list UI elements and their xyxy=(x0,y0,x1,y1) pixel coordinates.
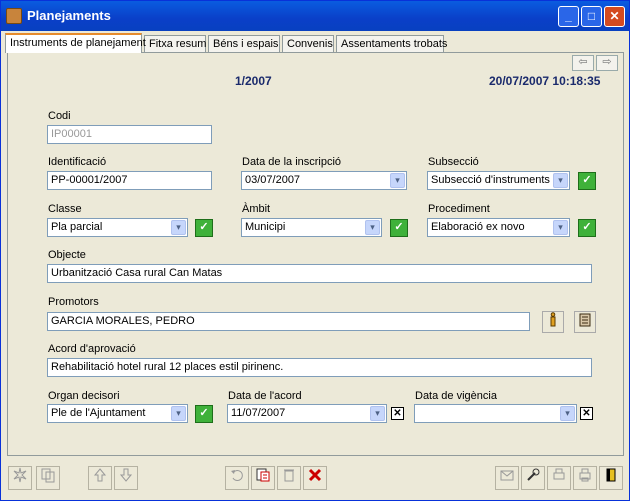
data-vigencia-label: Data de vigència xyxy=(415,390,497,402)
maximize-button[interactable]: □ xyxy=(581,6,602,27)
subseccio-lookup-button[interactable]: ✓ xyxy=(578,172,596,190)
copy-record-icon[interactable] xyxy=(36,466,60,490)
print-preview-icon[interactable] xyxy=(547,466,571,490)
window-title: Planejaments xyxy=(27,8,111,23)
exit-door-icon[interactable] xyxy=(599,466,623,490)
acord-label: Acord d'aprovació xyxy=(48,343,136,355)
classe-value: Pla parcial xyxy=(51,221,103,233)
codi-field: IP00001 xyxy=(47,125,212,144)
promotors-field[interactable]: GARCIA MORALES, PEDRO xyxy=(47,312,530,331)
identificacio-field[interactable]: PP-00001/2007 xyxy=(47,171,212,190)
chevron-down-icon[interactable]: ▾ xyxy=(171,406,186,421)
app-icon xyxy=(6,8,22,24)
undo-icon[interactable] xyxy=(225,466,249,490)
procediment-lookup-button[interactable]: ✓ xyxy=(578,219,596,237)
chevron-down-icon[interactable]: ▾ xyxy=(553,173,568,188)
organ-label: Organ decisori xyxy=(48,390,120,402)
classe-label: Classe xyxy=(48,203,82,215)
classe-select[interactable]: Pla parcial ▾ xyxy=(47,218,188,237)
move-down-icon[interactable] xyxy=(114,466,138,490)
promotor-list-icon[interactable] xyxy=(574,311,596,333)
tab-convenis[interactable]: Convenis xyxy=(282,35,334,52)
identificacio-label: Identificació xyxy=(48,156,107,168)
ambit-label: Àmbit xyxy=(242,203,271,215)
ambit-lookup-button[interactable]: ✓ xyxy=(390,219,408,237)
data-acord-clear-button[interactable]: ✕ xyxy=(391,407,404,420)
save-icon[interactable] xyxy=(251,466,275,490)
procediment-value: Elaboració ex novo xyxy=(431,221,525,233)
record-number: 1/2007 xyxy=(235,74,272,88)
procediment-label: Procediment xyxy=(428,203,490,215)
data-acord-picker[interactable]: 11/07/2007 ▾ xyxy=(227,404,387,423)
new-record-icon[interactable] xyxy=(8,466,32,490)
tab-fitxa-resum[interactable]: Fitxa resum xyxy=(144,35,206,52)
data-acord-value: 11/07/2007 xyxy=(231,407,286,419)
move-up-icon[interactable] xyxy=(88,466,112,490)
minimize-button[interactable]: _ xyxy=(558,6,579,27)
data-inscripcio-picker[interactable]: 03/07/2007 ▾ xyxy=(241,171,407,190)
mail-icon[interactable] xyxy=(495,466,519,490)
data-acord-label: Data de l'acord xyxy=(228,390,302,402)
promotor-info-icon[interactable] xyxy=(542,311,564,333)
codi-label: Codi xyxy=(48,110,71,122)
chevron-down-icon[interactable]: ▾ xyxy=(171,220,186,235)
print-icon[interactable] xyxy=(573,466,597,490)
subseccio-select[interactable]: Subsecció d'instruments d ▾ xyxy=(427,171,570,190)
subseccio-value: Subsecció d'instruments d xyxy=(431,174,560,186)
chevron-down-icon[interactable]: ▾ xyxy=(553,220,568,235)
chevron-down-icon[interactable]: ▾ xyxy=(365,220,380,235)
tab-instruments[interactable]: Instruments de planejament xyxy=(5,33,146,53)
subseccio-label: Subsecció xyxy=(428,156,479,168)
close-button[interactable]: ✕ xyxy=(604,6,625,27)
ambit-value: Municipi xyxy=(245,221,286,233)
objecte-field[interactable]: Urbanització Casa rural Can Matas xyxy=(47,264,592,283)
record-datetime: 20/07/2007 10:18:35 xyxy=(489,74,601,88)
organ-value: Ple de l'Ajuntament xyxy=(51,407,146,419)
acord-field[interactable]: Rehabilitació hotel rural 12 places esti… xyxy=(47,358,592,377)
data-vigencia-clear-button[interactable]: ✕ xyxy=(580,407,593,420)
next-record-button[interactable]: ⇨ xyxy=(596,55,618,71)
chevron-down-icon[interactable]: ▾ xyxy=(560,406,575,421)
chevron-down-icon[interactable]: ▾ xyxy=(370,406,385,421)
classe-lookup-button[interactable]: ✓ xyxy=(195,219,213,237)
chevron-down-icon[interactable]: ▾ xyxy=(390,173,405,188)
cancel-icon[interactable] xyxy=(303,466,327,490)
organ-lookup-button[interactable]: ✓ xyxy=(195,405,213,423)
trash-icon[interactable] xyxy=(277,466,301,490)
title-bar: Planejaments _ □ ✕ xyxy=(1,1,629,31)
tools-icon[interactable] xyxy=(521,466,545,490)
organ-select[interactable]: Ple de l'Ajuntament ▾ xyxy=(47,404,188,423)
previous-record-button[interactable]: ⇦ xyxy=(572,55,594,71)
data-inscripcio-label: Data de la inscripció xyxy=(242,156,342,168)
data-vigencia-picker[interactable]: ▾ xyxy=(414,404,577,423)
planejaments-window: Planejaments _ □ ✕ Instruments de planej… xyxy=(0,0,630,501)
tab-bens-espais[interactable]: Béns i espais xyxy=(208,35,280,52)
data-inscripcio-value: 03/07/2007 xyxy=(245,174,301,186)
ambit-select[interactable]: Municipi ▾ xyxy=(241,218,382,237)
procediment-select[interactable]: Elaboració ex novo ▾ xyxy=(427,218,570,237)
objecte-label: Objecte xyxy=(48,249,86,261)
tab-assentaments[interactable]: Assentaments trobats xyxy=(336,35,447,52)
promotors-label: Promotors xyxy=(48,296,99,308)
